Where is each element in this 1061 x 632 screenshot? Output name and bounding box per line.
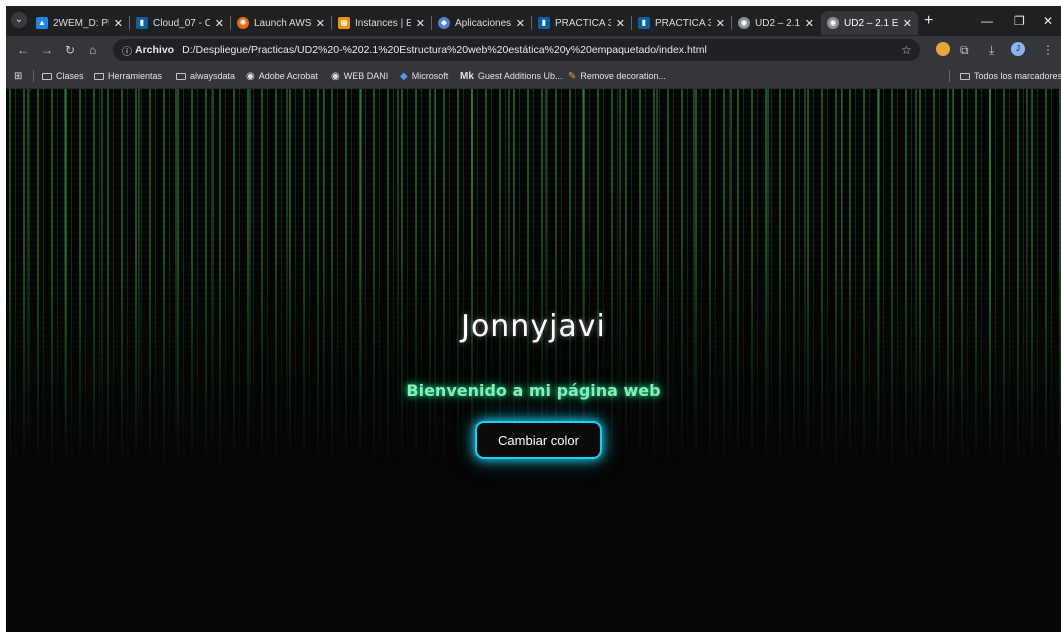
bookmarks-divider bbox=[33, 70, 34, 82]
forward-icon[interactable]: → bbox=[41, 42, 53, 58]
tab-practica-33[interactable]: ▮ PRÁCTICA 3.3 ✕ bbox=[632, 11, 731, 35]
close-icon[interactable]: ✕ bbox=[516, 17, 525, 30]
folder-icon bbox=[960, 72, 970, 80]
globe-icon: ◉ bbox=[331, 70, 340, 82]
aws-icon: ✺ bbox=[237, 17, 249, 29]
change-color-button[interactable]: Cambiar color bbox=[475, 421, 602, 459]
close-icon[interactable]: ✕ bbox=[805, 17, 814, 30]
download-icon[interactable]: ⤓ bbox=[989, 42, 994, 58]
extension-cookie-icon[interactable] bbox=[936, 42, 950, 56]
tab-cloud[interactable]: ▮ Cloud_07 - C ✕ bbox=[130, 11, 230, 35]
tab-2wem[interactable]: ▲ 2WEM_D: PR ✕ bbox=[30, 11, 129, 35]
globe-icon: ◉ bbox=[738, 17, 750, 29]
bookmarks-divider bbox=[949, 70, 950, 82]
url-text: D:/Despliegue/Practicas/UD2%20-%202.1%20… bbox=[182, 44, 707, 56]
new-tab-icon[interactable]: + bbox=[924, 12, 933, 30]
trello-icon: ▮ bbox=[136, 17, 148, 29]
bookmark-label: Adobe Acrobat bbox=[258, 71, 318, 81]
ec2-icon: ▦ bbox=[338, 17, 350, 29]
tab-title: 2WEM_D: PR bbox=[53, 17, 109, 29]
browser-toolbar: ← → ↻ ⌂ ⓘ Archivo D:/Despliegue/Practica… bbox=[6, 36, 1061, 64]
bookmark-alwaysdata[interactable]: alwaysdata bbox=[176, 69, 235, 83]
tab-aplicaciones[interactable]: ◆ Aplicaciones ✕ bbox=[432, 11, 531, 35]
globe-icon: ◉ bbox=[246, 70, 255, 82]
tab-ud2-inactive[interactable]: ◉ UD2 – 2.1 Est ✕ bbox=[732, 11, 820, 35]
trello-icon: ▮ bbox=[538, 17, 550, 29]
menu-kebab-icon[interactable]: ⋮ bbox=[1042, 42, 1054, 58]
extensions-puzzle-icon[interactable]: ⧉ bbox=[960, 42, 969, 58]
browser-window: ⌄ ▲ 2WEM_D: PR ✕ ▮ Cloud_07 - C ✕ ✺ Laun… bbox=[6, 6, 1061, 632]
bookmark-remove-decoration[interactable]: ✎ Remove decoration... bbox=[568, 69, 666, 83]
close-icon[interactable]: ✕ bbox=[316, 17, 325, 30]
tab-launch-aws[interactable]: ✺ Launch AWS ✕ bbox=[231, 11, 331, 35]
bookmark-microsoft[interactable]: ◆ Microsoft bbox=[400, 69, 448, 83]
bookmark-label: Clases bbox=[56, 71, 84, 81]
bookmark-label: Microsoft bbox=[411, 71, 449, 81]
bookmark-label: Herramientas bbox=[108, 71, 163, 81]
tab-strip: ⌄ ▲ 2WEM_D: PR ✕ ▮ Cloud_07 - C ✕ ✺ Laun… bbox=[6, 6, 1061, 36]
apps-icon: ◆ bbox=[438, 17, 450, 29]
center-vignette bbox=[6, 89, 1061, 632]
close-icon[interactable]: ✕ bbox=[716, 17, 725, 30]
close-icon[interactable]: ✕ bbox=[416, 17, 425, 30]
profile-avatar[interactable]: J bbox=[1011, 42, 1025, 56]
page-viewport: Jonnyjavi Bienvenido a mi página web Cam… bbox=[6, 89, 1061, 632]
home-icon[interactable]: ⌂ bbox=[89, 42, 96, 58]
tab-title: UD2 – 2.1 Est bbox=[755, 17, 800, 29]
back-icon[interactable]: ← bbox=[17, 42, 29, 58]
tab-title: UD2 – 2.1 Est bbox=[844, 17, 898, 29]
bookmark-adobe-acrobat[interactable]: ◉ Adobe Acrobat bbox=[246, 69, 318, 83]
site-info-label: Archivo bbox=[135, 44, 175, 56]
trello-icon: ▮ bbox=[638, 17, 650, 29]
tab-instances[interactable]: ▦ Instances | E ✕ bbox=[332, 11, 431, 35]
tab-ud2-active[interactable]: ◉ UD2 – 2.1 Est ✕ bbox=[821, 11, 918, 35]
bookmark-star-icon[interactable]: ☆ bbox=[901, 42, 912, 58]
folder-icon bbox=[94, 72, 104, 80]
tab-title: Aplicaciones bbox=[455, 17, 511, 29]
tab-title: Instances | E bbox=[355, 17, 411, 29]
bookmarks-bar: ⊞ Clases Herramientas alwaysdata ◉ Adobe… bbox=[6, 64, 1061, 89]
extension-icon: ✎ bbox=[568, 70, 577, 82]
graduation-cap-icon: ▲ bbox=[36, 17, 48, 29]
apps-grid-icon[interactable]: ⊞ bbox=[14, 69, 22, 83]
close-icon[interactable]: ✕ bbox=[114, 17, 123, 30]
bookmark-guest-additions[interactable]: Mk Guest Additions Ub... bbox=[460, 69, 562, 83]
restore-icon[interactable]: ❐ bbox=[1014, 12, 1025, 30]
tab-title: Launch AWS bbox=[254, 17, 311, 29]
tab-title: PRÁCTICA 3.3 bbox=[655, 17, 711, 29]
close-icon[interactable]: ✕ bbox=[903, 17, 912, 30]
bookmark-all[interactable]: Todos los marcadores bbox=[960, 69, 1061, 83]
tab-practica-34[interactable]: ▮ PRÁCTICA 3.4 ✕ bbox=[532, 11, 631, 35]
minimize-icon[interactable]: — bbox=[981, 12, 993, 30]
bookmark-web-dani[interactable]: ◉ WEB DANI bbox=[331, 69, 388, 83]
mk-icon: Mk bbox=[460, 70, 474, 82]
site-info-chip[interactable]: ⓘ Archivo bbox=[122, 43, 174, 58]
microsoft-icon: ◆ bbox=[400, 70, 408, 82]
reload-icon[interactable]: ↻ bbox=[65, 42, 75, 58]
folder-icon bbox=[42, 72, 52, 80]
close-icon[interactable]: ✕ bbox=[616, 17, 625, 30]
welcome-subtitle: Bienvenido a mi página web bbox=[406, 381, 661, 400]
bookmark-label: WEB DANI bbox=[343, 71, 389, 81]
bookmark-label: Guest Additions Ub... bbox=[477, 71, 563, 81]
folder-icon bbox=[176, 72, 186, 80]
info-icon: ⓘ bbox=[122, 46, 132, 58]
tab-title: PRÁCTICA 3.4 bbox=[555, 17, 611, 29]
bookmark-label: Todos los marcadores bbox=[974, 71, 1061, 81]
page-title: Jonnyjavi bbox=[461, 309, 606, 344]
bookmark-label: alwaysdata bbox=[190, 71, 236, 81]
bookmark-clases[interactable]: Clases bbox=[42, 69, 84, 83]
bookmark-herramientas[interactable]: Herramientas bbox=[94, 69, 162, 83]
tab-search-icon[interactable]: ⌄ bbox=[11, 12, 27, 28]
bookmark-label: Remove decoration... bbox=[580, 71, 666, 81]
close-icon[interactable]: ✕ bbox=[215, 17, 224, 30]
globe-icon: ◉ bbox=[827, 17, 839, 29]
window-close-icon[interactable]: ✕ bbox=[1043, 12, 1053, 30]
address-bar[interactable]: ⓘ Archivo D:/Despliegue/Practicas/UD2%20… bbox=[113, 39, 920, 61]
tab-title: Cloud_07 - C bbox=[153, 17, 210, 29]
